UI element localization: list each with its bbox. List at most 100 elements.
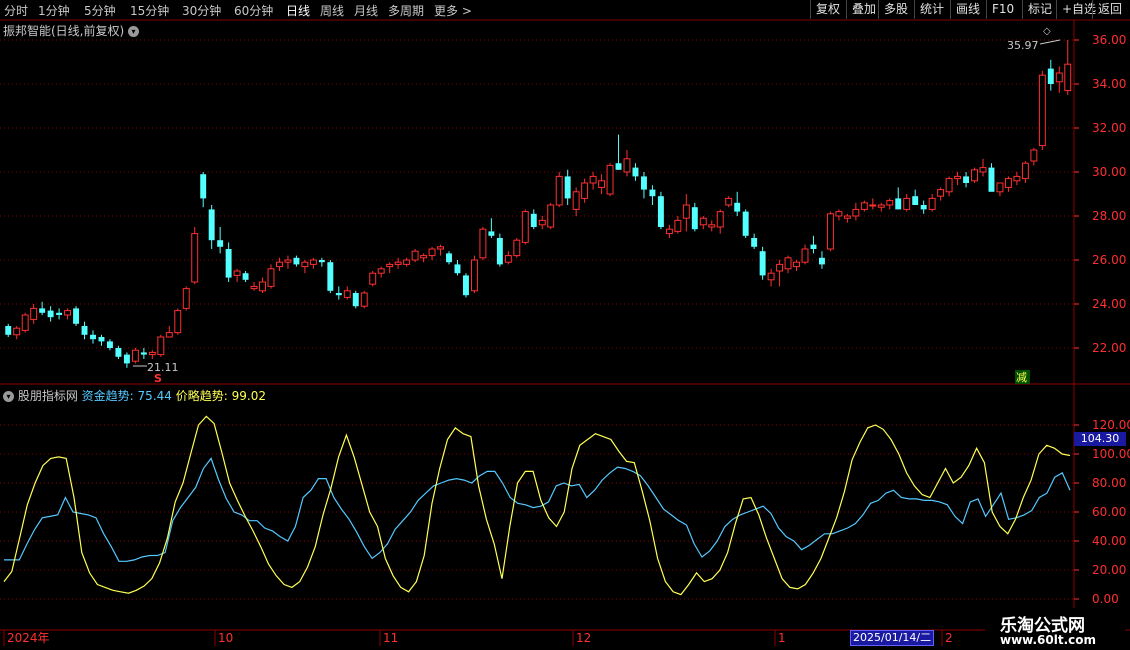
candle-body xyxy=(225,249,232,278)
candle-body xyxy=(640,176,647,190)
candle-body xyxy=(606,164,614,195)
toolbar-button[interactable]: 标记 xyxy=(1022,0,1057,19)
candle-body xyxy=(835,211,843,217)
candle-body xyxy=(428,248,436,257)
candle-body xyxy=(47,310,54,318)
candle-body xyxy=(56,312,63,315)
candle-body xyxy=(123,354,130,364)
candle-body xyxy=(131,349,139,362)
candle-body xyxy=(725,197,733,206)
candle-body xyxy=(699,217,707,226)
candle-body xyxy=(90,334,96,340)
period-tab[interactable]: 5分钟 xyxy=(84,2,116,19)
x-axis-label: 12 xyxy=(576,631,591,645)
candle-body xyxy=(598,180,606,188)
candle-body xyxy=(852,208,860,217)
y-axis-label: 26.00 xyxy=(1092,253,1126,267)
candle-body xyxy=(30,307,38,320)
candle-body xyxy=(513,239,521,257)
candle-body xyxy=(454,264,461,274)
candle-body xyxy=(665,228,673,235)
candle-body xyxy=(979,167,987,173)
x-axis-label: 1 xyxy=(778,631,786,645)
candle-body xyxy=(165,332,173,338)
candle-body xyxy=(903,197,911,210)
chevron-down-icon[interactable]: ▾ xyxy=(3,391,14,402)
chevron-down-icon[interactable]: ▾ xyxy=(128,26,140,37)
candle-body xyxy=(877,204,885,208)
candle-body xyxy=(318,260,325,263)
period-tab[interactable]: 月线 xyxy=(354,2,378,19)
candle-body xyxy=(157,336,165,356)
candle-body xyxy=(242,273,249,280)
candle-body xyxy=(920,205,927,210)
period-tab[interactable]: 15分钟 xyxy=(130,2,169,19)
indicator-series-line xyxy=(4,457,1071,562)
period-tab[interactable]: 日线 xyxy=(286,2,310,19)
candle-body xyxy=(284,259,292,263)
candle-body xyxy=(309,259,317,265)
y-axis-label: 28.00 xyxy=(1092,209,1126,223)
period-tab[interactable]: 分时 xyxy=(4,2,28,19)
price-trend-label: 价略趋势: xyxy=(175,389,228,403)
candle-body xyxy=(649,189,656,197)
period-tab[interactable]: 更多 > xyxy=(434,2,472,19)
candle-body xyxy=(971,169,978,182)
candle-body xyxy=(208,209,215,241)
candle-body xyxy=(793,261,800,268)
candle-body xyxy=(657,196,664,227)
candle-body xyxy=(928,197,936,210)
candle-body xyxy=(394,261,402,265)
period-tab[interactable]: 多周期 xyxy=(388,2,424,19)
candle-body xyxy=(411,250,419,261)
candle-body xyxy=(564,176,571,199)
toolbar-button[interactable]: 多股 xyxy=(878,0,913,19)
period-tab[interactable]: 周线 xyxy=(320,2,344,19)
candle-body xyxy=(403,259,411,265)
y-axis-label: 20.00 xyxy=(1092,563,1126,577)
low-price-label: 21.11 xyxy=(147,361,179,374)
toolbar-button[interactable]: 画线 xyxy=(950,0,985,19)
candle-body xyxy=(233,270,241,276)
toolbar-button[interactable]: 叠加 xyxy=(846,0,881,19)
candle-body xyxy=(420,255,428,259)
main-chart-title: 振邦智能(日线,前复权) ▾ xyxy=(3,22,140,39)
indicator-title: ▾ 股朋指标网 资金趋势: 75.44 价略趋势: 99.02 xyxy=(3,387,266,404)
candle-body xyxy=(377,268,385,274)
candle-body xyxy=(13,327,21,336)
candle-body xyxy=(632,167,639,177)
candle-body xyxy=(818,257,825,265)
period-tab[interactable]: 1分钟 xyxy=(38,2,70,19)
toolbar-button[interactable]: 统计 xyxy=(914,0,949,19)
candle-body xyxy=(174,310,182,334)
candle-body xyxy=(148,351,156,356)
candle-body xyxy=(335,293,342,296)
candle-body xyxy=(581,182,589,199)
chart-canvas[interactable]: 36.00 34.00 32.00 30.00 28.00 26.00 24.00 22.00… xyxy=(0,0,1130,650)
period-tab[interactable]: 30分钟 xyxy=(182,2,221,19)
candle-body xyxy=(369,272,377,285)
candle-body xyxy=(1030,149,1038,162)
candle-body xyxy=(386,263,394,268)
toolbar-button[interactable]: 返回 xyxy=(1092,0,1127,19)
candle-body xyxy=(776,263,784,272)
candle-body xyxy=(106,341,113,348)
fund-trend-label: 资金趋势: xyxy=(81,389,134,403)
candle-body xyxy=(751,238,758,247)
candle-body xyxy=(708,224,716,228)
candle-body xyxy=(327,262,334,291)
candle-body xyxy=(1064,63,1072,92)
selected-date: 2025/01/14/二 xyxy=(850,630,935,646)
candle-body xyxy=(530,213,537,227)
candle-body xyxy=(734,202,741,212)
indicator-name[interactable]: 股朋指标网 xyxy=(18,389,78,403)
toolbar-button[interactable]: 复权 xyxy=(810,0,845,19)
y-axis-label: 24.00 xyxy=(1092,297,1126,311)
candle-body xyxy=(5,326,12,335)
candle-body xyxy=(437,246,444,250)
period-tab[interactable]: 60分钟 xyxy=(234,2,273,19)
indicator-series-line xyxy=(3,415,1071,596)
candle-body xyxy=(1021,162,1029,180)
toolbar-button[interactable]: F10 xyxy=(986,0,1019,19)
candle-body xyxy=(555,175,563,206)
